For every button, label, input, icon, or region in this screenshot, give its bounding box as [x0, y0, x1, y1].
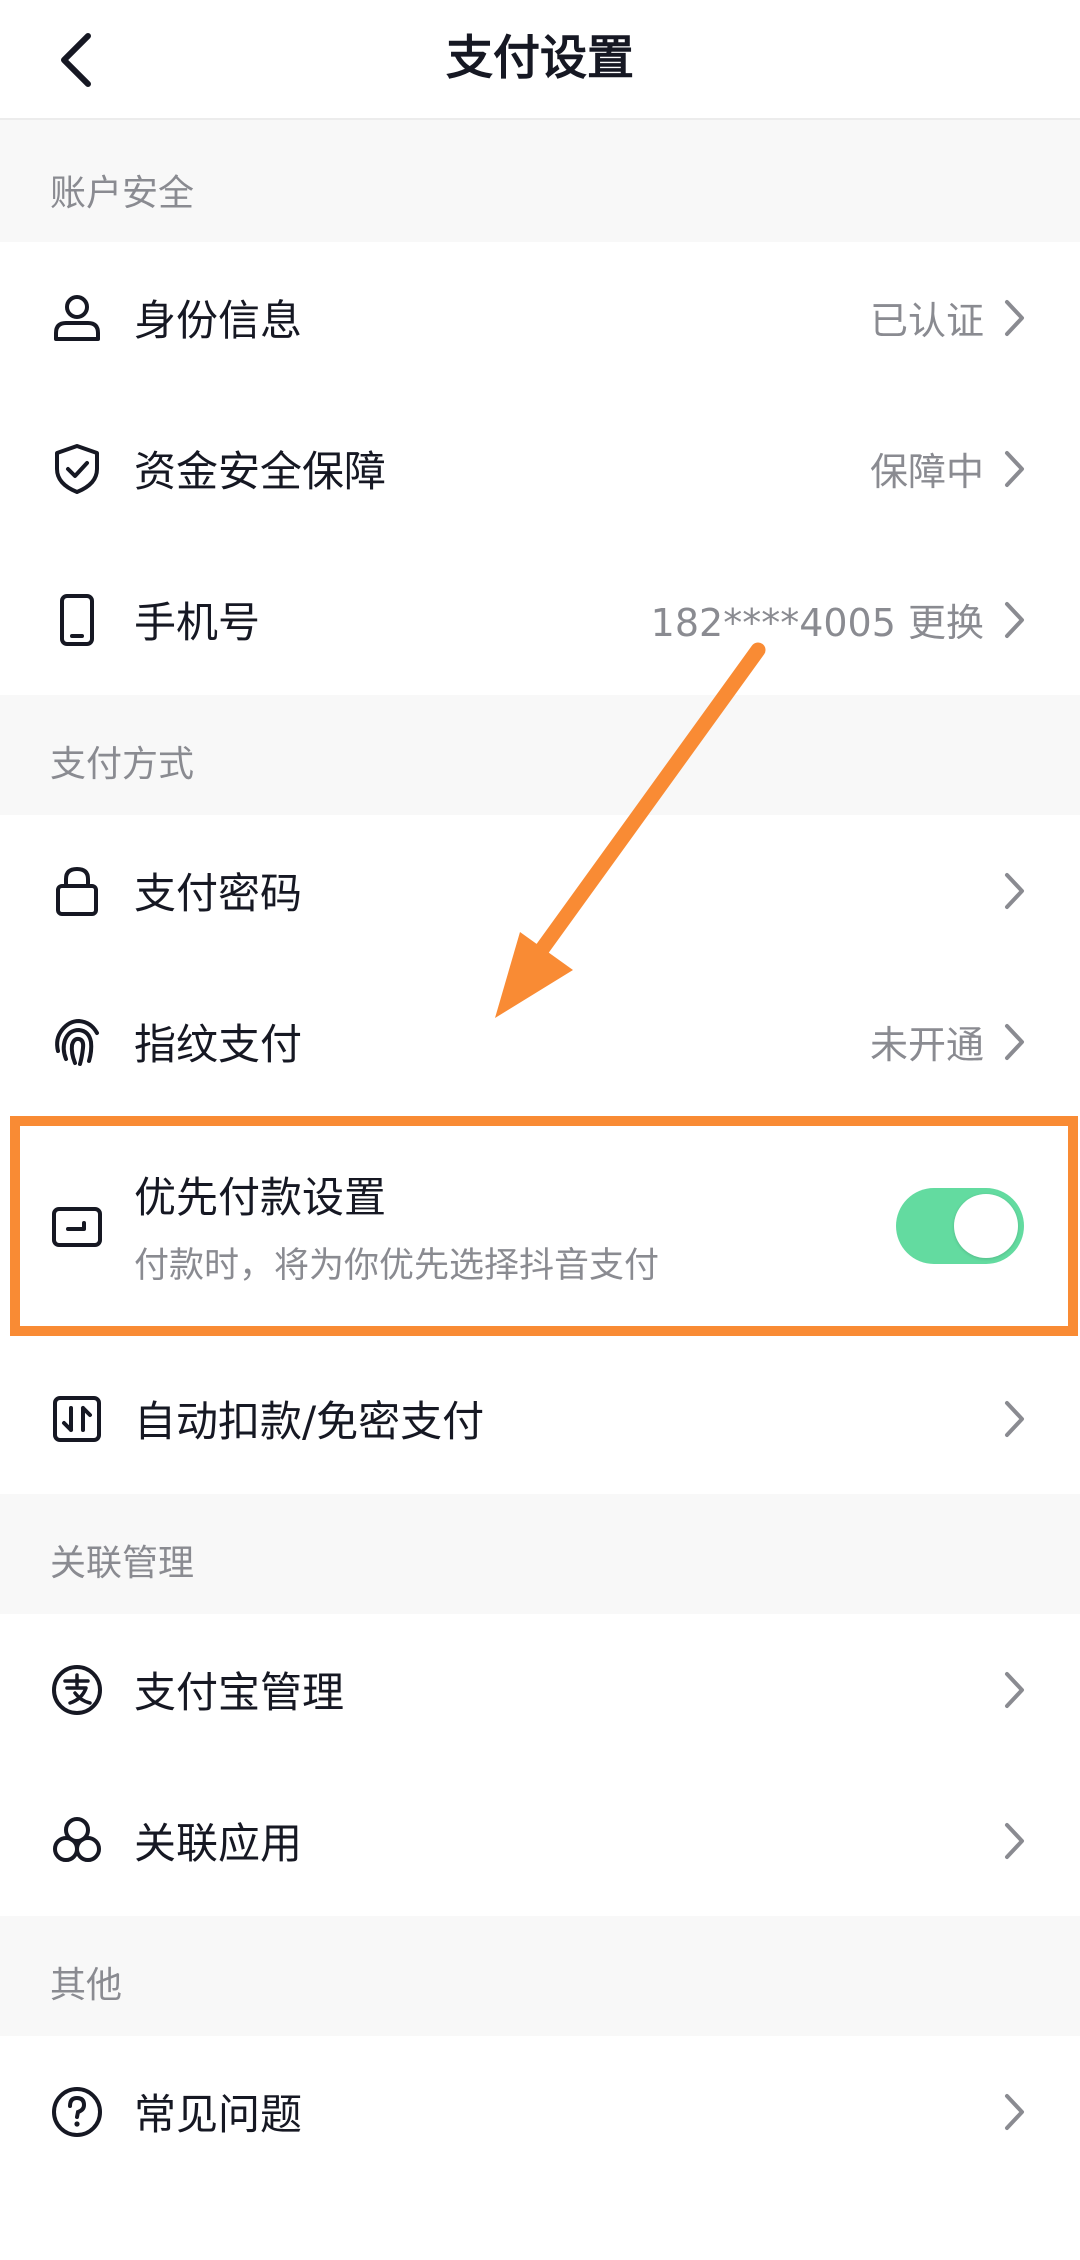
chevron-right-icon	[1000, 1670, 1030, 1710]
row-value: 182****4005 更换	[650, 601, 984, 645]
row-faq[interactable]: 常见问题	[0, 2036, 1080, 2187]
chevron-right-icon	[1000, 871, 1030, 911]
chevron-right-icon	[1000, 1821, 1030, 1861]
row-label: 常见问题	[134, 2090, 303, 2139]
row-label: 支付密码	[134, 869, 303, 918]
row-linked-apps[interactable]: 关联应用	[0, 1765, 1080, 1916]
toggle-knob	[954, 1194, 1018, 1258]
row-auto-pay[interactable]: 自动扣款/免密支付	[0, 1343, 1080, 1494]
row-phone-number[interactable]: 手机号 182****4005 更换	[0, 544, 1080, 695]
row-value: 已认证	[869, 299, 984, 343]
row-value: 保障中	[869, 450, 984, 494]
row-priority-payment: 优先付款设置 付款时，将为你优先选择抖音支付	[0, 1126, 1080, 1326]
chevron-right-icon	[1000, 2092, 1030, 2132]
help-icon	[50, 2085, 104, 2139]
wallet-icon	[50, 1199, 104, 1253]
section-header-account: 账户安全	[0, 120, 1080, 242]
row-subtitle: 付款时，将为你优先选择抖音支付	[134, 1246, 660, 1286]
section-header-linked: 关联管理	[0, 1494, 1080, 1614]
row-value: 未开通	[869, 1023, 984, 1067]
row-fingerprint-pay[interactable]: 指纹支付 未开通	[0, 966, 1080, 1117]
row-label: 指纹支付	[134, 1020, 303, 1069]
chevron-right-icon	[1000, 600, 1030, 640]
chevron-right-icon	[1000, 298, 1030, 338]
row-label: 关联应用	[134, 1819, 303, 1868]
page-title: 支付设置	[446, 31, 634, 86]
top-bar: 支付设置	[0, 0, 1080, 120]
row-identity-info[interactable]: 身份信息 已认证	[0, 242, 1080, 393]
row-label: 身份信息	[134, 296, 303, 345]
priority-payment-toggle[interactable]	[896, 1188, 1024, 1264]
auto-pay-icon	[50, 1392, 104, 1446]
row-label: 资金安全保障	[134, 447, 387, 496]
phone-icon	[50, 593, 104, 647]
section-header-payment: 支付方式	[0, 695, 1080, 815]
row-fund-security[interactable]: 资金安全保障 保障中	[0, 393, 1080, 544]
row-label: 手机号	[134, 598, 261, 647]
linked-apps-icon	[50, 1814, 104, 1868]
fingerprint-icon	[50, 1015, 104, 1069]
chevron-right-icon	[1000, 449, 1030, 489]
row-alipay-management[interactable]: 支付宝管理	[0, 1614, 1080, 1765]
user-icon	[50, 291, 104, 345]
section-header-other: 其他	[0, 1916, 1080, 2036]
row-label: 优先付款设置	[134, 1173, 387, 1222]
shield-check-icon	[50, 442, 104, 496]
chevron-left-icon	[61, 33, 91, 87]
row-label: 自动扣款/免密支付	[134, 1397, 485, 1446]
priority-text: 优先付款设置 付款时，将为你优先选择抖音支付	[134, 1164, 896, 1288]
row-label: 支付宝管理	[134, 1668, 345, 1717]
alipay-icon	[50, 1663, 104, 1717]
chevron-right-icon	[1000, 1399, 1030, 1439]
row-payment-password[interactable]: 支付密码	[0, 815, 1080, 966]
lock-icon	[50, 864, 104, 918]
chevron-right-icon	[1000, 1022, 1030, 1062]
back-button[interactable]	[40, 24, 112, 96]
